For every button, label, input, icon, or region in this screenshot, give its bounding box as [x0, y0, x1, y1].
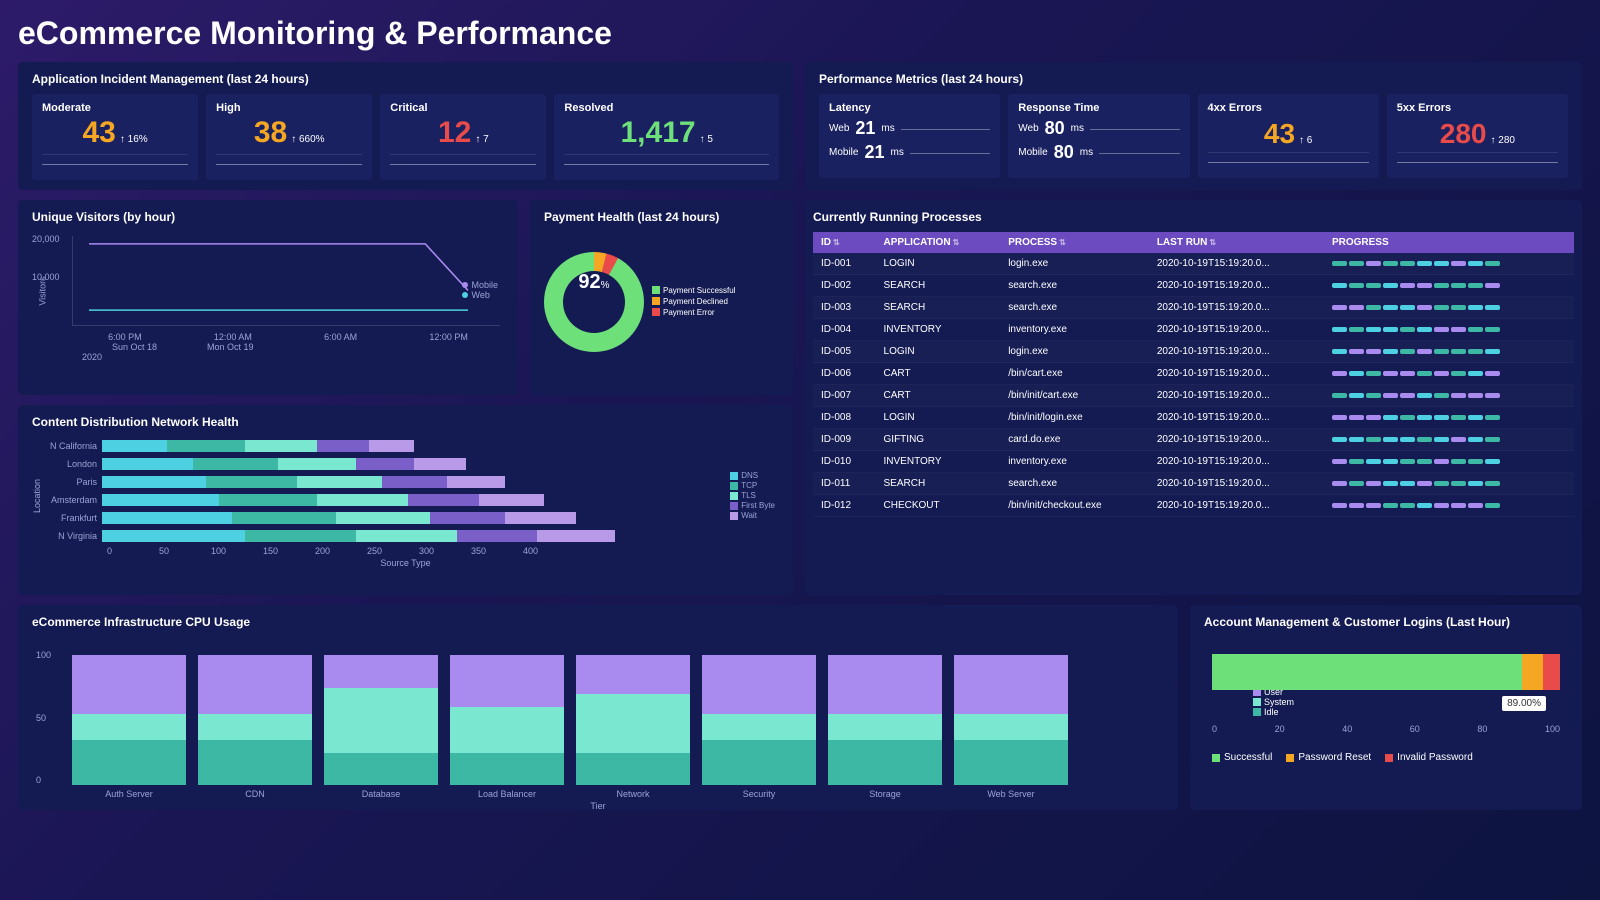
- table-row[interactable]: ID-001LOGINlogin.exe2020-10-19T15:19:20.…: [813, 253, 1574, 275]
- cpu-bar[interactable]: [828, 655, 942, 785]
- incident-card: Moderate43↑ 16%: [32, 94, 198, 180]
- col-header[interactable]: PROGRESS: [1324, 232, 1574, 253]
- payment-donut[interactable]: 92%: [544, 252, 644, 352]
- processes-panel: Currently Running Processes ID⇅APPLICATI…: [805, 200, 1582, 595]
- response-card: Response Time Web80ms Mobile80ms: [1008, 94, 1189, 178]
- incident-card: Resolved1,417↑ 5: [554, 94, 779, 180]
- perf-title: Performance Metrics (last 24 hours): [819, 72, 1568, 86]
- table-row[interactable]: ID-006CART/bin/cart.exe2020-10-19T15:19:…: [813, 363, 1574, 385]
- 5xx-card: 5xx Errors 280↑ 280: [1387, 94, 1568, 178]
- logins-chart[interactable]: 89.00%: [1212, 654, 1560, 714]
- cpu-bar[interactable]: [450, 655, 564, 785]
- incidents-title: Application Incident Management (last 24…: [32, 72, 779, 86]
- incident-card: High38↑ 660%: [206, 94, 372, 180]
- 4xx-card: 4xx Errors 43↑ 6: [1198, 94, 1379, 178]
- cdn-legend: DNS TCP TLS First Byte Wait: [730, 471, 775, 521]
- cpu-bar[interactable]: [954, 655, 1068, 785]
- payment-legend: Payment Successful Payment Declined Paym…: [652, 286, 735, 319]
- table-row[interactable]: ID-012CHECKOUT/bin/init/checkout.exe2020…: [813, 495, 1574, 517]
- latency-card: Latency Web21ms Mobile21ms: [819, 94, 1000, 178]
- table-row[interactable]: ID-010INVENTORYinventory.exe2020-10-19T1…: [813, 451, 1574, 473]
- cpu-panel: eCommerce Infrastructure CPU Usage 0 50 …: [18, 605, 1178, 810]
- logins-panel: Account Management & Customer Logins (La…: [1190, 605, 1582, 810]
- cpu-bar[interactable]: [324, 655, 438, 785]
- table-row[interactable]: ID-002SEARCHsearch.exe2020-10-19T15:19:2…: [813, 275, 1574, 297]
- processes-table[interactable]: ID⇅APPLICATION⇅PROCESS⇅LAST RUN⇅PROGRESS…: [813, 232, 1574, 517]
- col-header[interactable]: APPLICATION⇅: [876, 232, 1001, 253]
- col-header[interactable]: LAST RUN⇅: [1149, 232, 1324, 253]
- col-header[interactable]: PROCESS⇅: [1000, 232, 1149, 253]
- login-tooltip: 89.00%: [1502, 696, 1546, 711]
- cpu-bar[interactable]: [72, 655, 186, 785]
- perf-panel: Performance Metrics (last 24 hours) Late…: [805, 62, 1582, 190]
- visitors-legend: Mobile Web: [462, 280, 498, 300]
- table-row[interactable]: ID-004INVENTORYinventory.exe2020-10-19T1…: [813, 319, 1574, 341]
- table-row[interactable]: ID-009GIFTINGcard.do.exe2020-10-19T15:19…: [813, 429, 1574, 451]
- table-row[interactable]: ID-007CART/bin/init/cart.exe2020-10-19T1…: [813, 385, 1574, 407]
- page-title: eCommerce Monitoring & Performance: [18, 15, 1582, 52]
- cpu-chart[interactable]: 0 50 100 User System Idle: [72, 637, 1164, 785]
- table-row[interactable]: ID-003SEARCHsearch.exe2020-10-19T15:19:2…: [813, 297, 1574, 319]
- logins-legend: Successful Password Reset Invalid Passwo…: [1212, 752, 1568, 763]
- cdn-chart[interactable]: Location N CaliforniaLondonParisAmsterda…: [32, 437, 779, 565]
- cpu-bar[interactable]: [576, 655, 690, 785]
- incident-card: Critical12↑ 7: [380, 94, 546, 180]
- cpu-bar[interactable]: [198, 655, 312, 785]
- col-header[interactable]: ID⇅: [813, 232, 876, 253]
- visitors-panel: Unique Visitors (by hour) 20,000 10,000 …: [18, 200, 518, 395]
- incidents-panel: Application Incident Management (last 24…: [18, 62, 793, 190]
- table-row[interactable]: ID-011SEARCHsearch.exe2020-10-19T15:19:2…: [813, 473, 1574, 495]
- table-row[interactable]: ID-008LOGIN/bin/init/login.exe2020-10-19…: [813, 407, 1574, 429]
- payment-panel: Payment Health (last 24 hours) 92% Payme…: [530, 200, 793, 395]
- visitors-chart[interactable]: 20,000 10,000 Visitors Mobile Web 6:00 P…: [32, 232, 504, 360]
- table-row[interactable]: ID-005LOGINlogin.exe2020-10-19T15:19:20.…: [813, 341, 1574, 363]
- cpu-bar[interactable]: [702, 655, 816, 785]
- cdn-panel: Content Distribution Network Health Loca…: [18, 405, 793, 595]
